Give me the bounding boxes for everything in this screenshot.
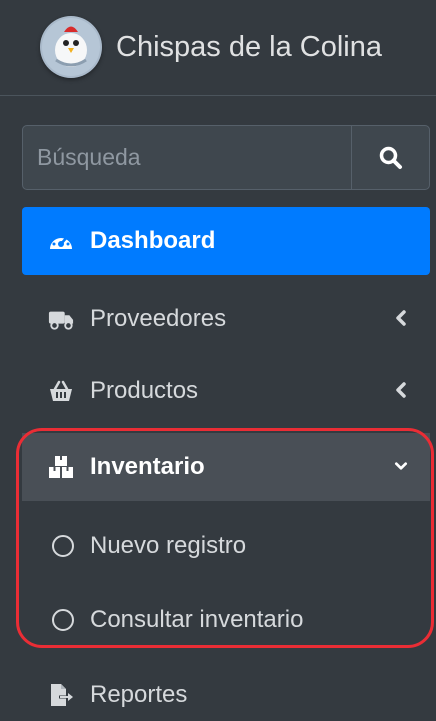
nav-item-inventario[interactable]: Inventario bbox=[22, 433, 430, 501]
chicken-avatar-icon bbox=[40, 16, 102, 78]
basket-icon bbox=[50, 380, 72, 401]
nav-label-productos: Productos bbox=[90, 377, 199, 404]
boxes-icon bbox=[49, 456, 73, 478]
chevron-down-icon bbox=[394, 462, 408, 470]
file-export-icon bbox=[51, 684, 73, 706]
circle-icon bbox=[52, 535, 74, 557]
dashboard-icon bbox=[50, 235, 72, 249]
nav-sublabel-nuevo-registro: Nuevo registro bbox=[90, 532, 247, 559]
brand-link[interactable]: Chispas de la Colina bbox=[0, 0, 436, 96]
chevron-left-icon bbox=[396, 382, 406, 398]
truck-icon bbox=[48, 311, 74, 330]
search-input[interactable] bbox=[23, 126, 353, 189]
circle-icon bbox=[52, 609, 74, 631]
sidebar-search bbox=[22, 125, 430, 190]
nav-sublabel-consultar-inventario: Consultar inventario bbox=[90, 606, 304, 633]
brand-title: Chispas de la Colina bbox=[116, 31, 382, 63]
search-button[interactable] bbox=[351, 126, 429, 189]
nav-subitem-nuevo-registro[interactable]: Nuevo registro bbox=[22, 512, 430, 580]
nav-item-proveedores[interactable]: Proveedores bbox=[22, 285, 430, 353]
chevron-left-icon bbox=[396, 310, 406, 326]
nav-item-reportes[interactable]: Reportes bbox=[22, 661, 430, 721]
nav-item-productos[interactable]: Productos bbox=[22, 357, 430, 425]
nav-subitem-consultar-inventario[interactable]: Consultar inventario bbox=[22, 586, 430, 654]
nav-label-inventario: Inventario bbox=[90, 453, 205, 480]
sidebar: Chispas de la Colina Dashboard Proveedor… bbox=[0, 0, 436, 721]
nav-label-dashboard: Dashboard bbox=[90, 227, 216, 254]
nav-label-proveedores: Proveedores bbox=[90, 305, 227, 332]
nav-label-reportes: Reportes bbox=[90, 681, 188, 708]
nav-item-dashboard[interactable]: Dashboard bbox=[22, 207, 430, 275]
search-icon bbox=[379, 146, 402, 169]
